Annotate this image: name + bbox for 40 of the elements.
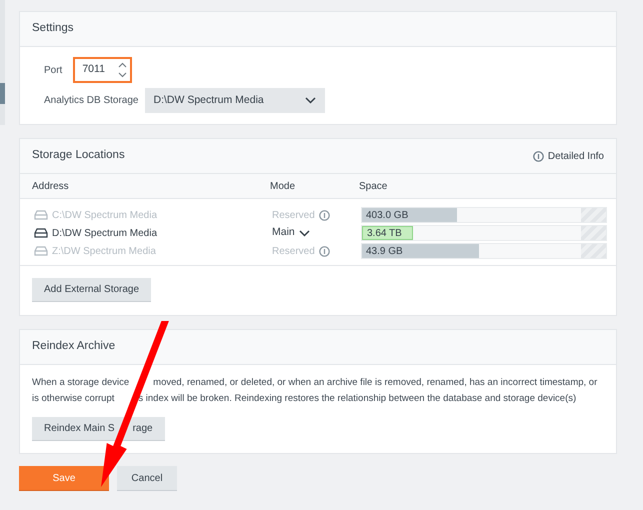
panel-title: Settings [32, 21, 74, 36]
storage-dropdown[interactable]: D:\DW Spectrum Media [144, 88, 324, 113]
column-header: Address [32, 180, 70, 194]
drive-icon [34, 228, 48, 238]
spinner-icon [118, 62, 128, 78]
field-label: Analytics DB Storage [44, 94, 138, 108]
reindex-button[interactable]: Reindex Main S rage [32, 417, 165, 441]
column-header: Space [359, 180, 388, 194]
drive-icon [34, 210, 48, 220]
mode-label: Reserved [272, 208, 315, 222]
add-storage-button[interactable]: Add External Storage [32, 278, 152, 302]
reserved-space-hatch [581, 208, 606, 222]
storage-address: Z:\DW Spectrum Media [52, 244, 156, 258]
chevron-down-icon [298, 230, 310, 236]
chevron-down-icon [304, 97, 316, 104]
cancel-button[interactable]: Cancel [117, 466, 177, 491]
info-icon [318, 210, 330, 220]
sidebar-block [0, 83, 5, 104]
mode-dropdown[interactable]: Main [272, 225, 310, 241]
space-bar: 43.9 GB [362, 244, 480, 258]
storage-address: D:\DW Spectrum Media [52, 226, 158, 240]
description-text: When a storage device [32, 376, 130, 390]
mode-label: Reserved [272, 244, 315, 258]
drive-icon [34, 246, 48, 256]
port-field[interactable]: 7011 [73, 57, 132, 83]
storage-address: C:\DW Spectrum Media [52, 208, 158, 222]
info-icon [532, 150, 544, 162]
info-icon [318, 246, 330, 256]
field-label: Port [44, 64, 62, 78]
space-bar: 3.64 TB [362, 226, 414, 240]
description-text: moved, renamed, or deleted, or when an archive file is removed, renamed, has an incorrect timestamp, or [153, 376, 598, 390]
space-bar: 403.0 GB [362, 208, 458, 222]
panel-title: Storage Locations [32, 148, 125, 164]
reserved-space-hatch [581, 244, 606, 258]
reserved-space-hatch [581, 226, 606, 240]
description-text: s index will be broken. Reindexing restores the relationship between the database and storage device(s) [138, 392, 576, 406]
description-text: is otherwise corrupt [32, 392, 114, 406]
panel-title: Reindex Archive [32, 339, 116, 354]
detailed-info-link[interactable]: Detailed Info [532, 148, 604, 164]
column-header: Mode [270, 180, 296, 194]
